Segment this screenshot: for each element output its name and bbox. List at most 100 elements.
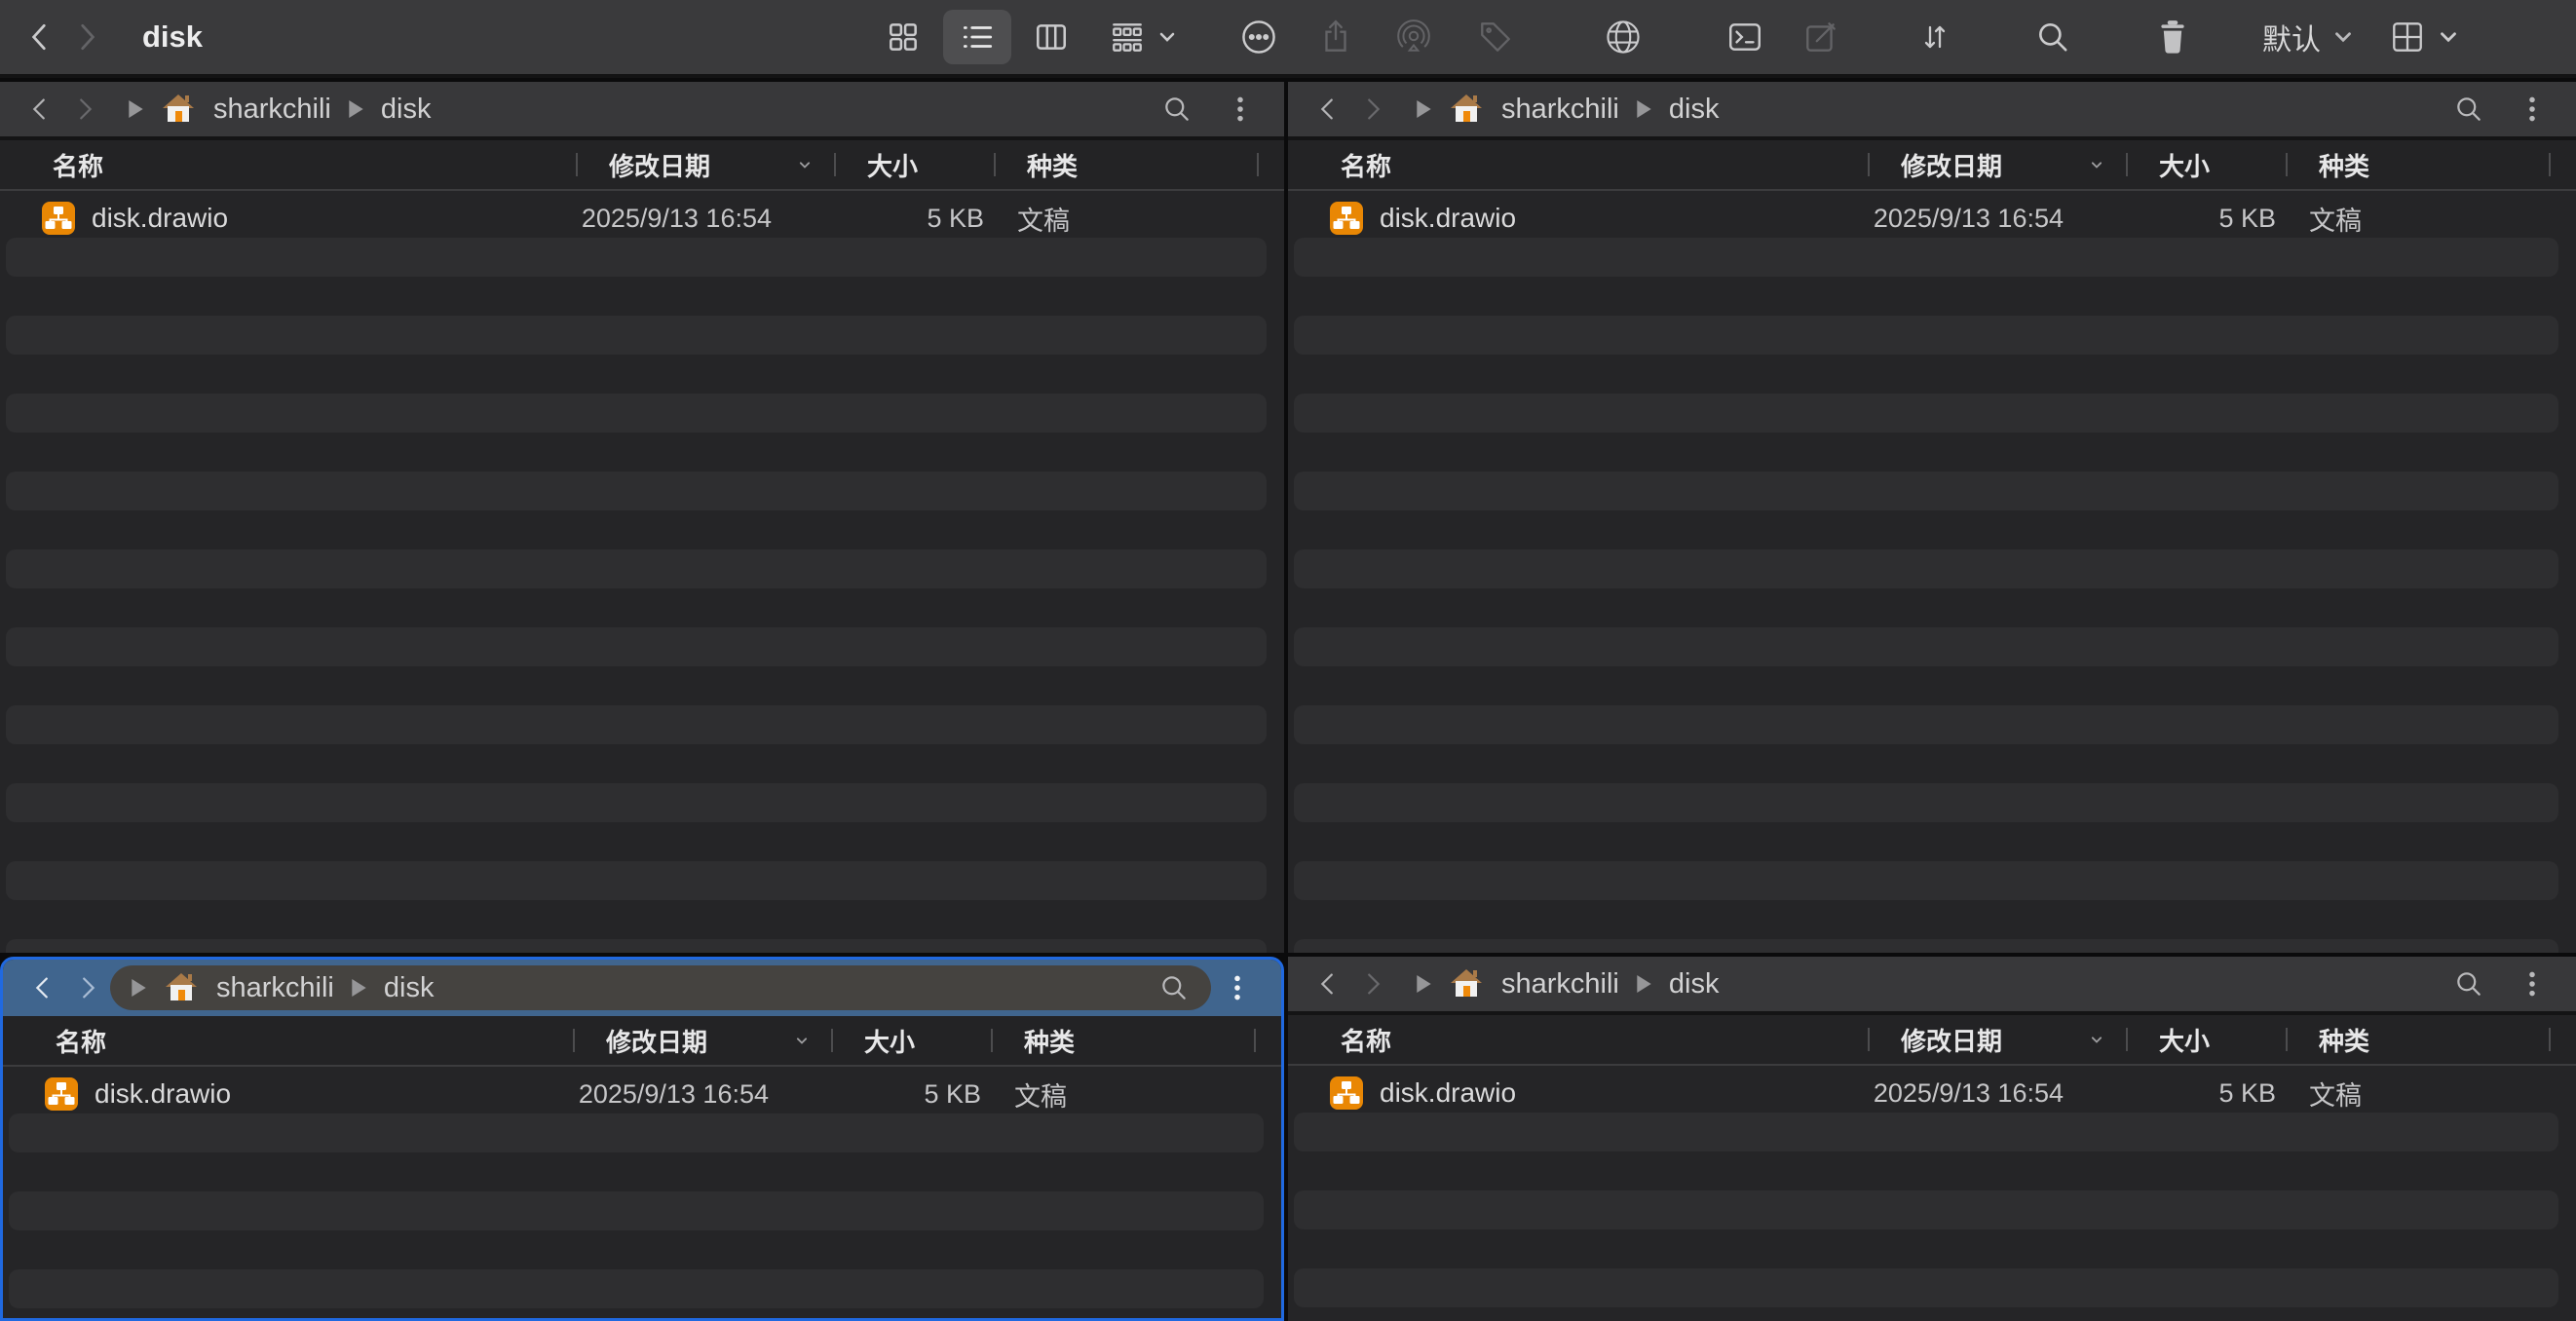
breadcrumb: sharkchili disk [107, 87, 1214, 132]
home-icon[interactable] [1449, 92, 1484, 127]
forward-button[interactable] [70, 10, 103, 64]
empty-row-stripe [1294, 705, 2558, 744]
breadcrumb-root[interactable]: sharkchili [1501, 968, 1619, 1000]
profile-selector[interactable]: 默认 [2262, 10, 2356, 64]
pane-forward-button[interactable] [1350, 94, 1395, 124]
pane-forward-button[interactable] [62, 94, 107, 124]
trash-button[interactable] [2155, 10, 2190, 64]
breadcrumb-root[interactable]: sharkchili [216, 972, 334, 1004]
column-header-name[interactable]: 名称 [0, 140, 576, 189]
pane-search-button[interactable] [1158, 972, 1190, 1003]
file-list: disk.drawio 2025/9/13 16:54 5 KB 文稿 [1288, 191, 2576, 953]
pane-menu-button[interactable] [2506, 968, 2558, 1000]
back-button[interactable] [23, 10, 57, 64]
column-header-size[interactable]: 大小 [834, 140, 994, 189]
pane-menu-button[interactable] [1211, 972, 1264, 1003]
column-header-modified[interactable]: 修改日期 [1868, 140, 2126, 189]
empty-row-stripe [1294, 549, 2558, 588]
pane-back-button[interactable] [1306, 969, 1350, 999]
kebab-menu-icon [2518, 968, 2547, 1000]
column-header-size[interactable]: 大小 [831, 1016, 991, 1065]
file-list: disk.drawio 2025/9/13 16:54 5 KB 文稿 [1288, 1066, 2576, 1321]
pane-layout-selector[interactable] [2389, 10, 2461, 64]
chevron-down-icon [2436, 24, 2461, 50]
breadcrumb-current[interactable]: disk [1669, 94, 1720, 126]
column-header-name[interactable]: 名称 [1288, 140, 1868, 189]
home-icon[interactable] [161, 92, 196, 127]
triangle-right-icon [1637, 100, 1651, 118]
pane-menu-button[interactable] [1214, 94, 1267, 125]
file-list: disk.drawio 2025/9/13 16:54 5 KB 文稿 [3, 1067, 1281, 1318]
file-size-cell: 5 KB [831, 1079, 991, 1110]
column-label: 修改日期 [606, 1023, 707, 1059]
pane-back-button[interactable] [18, 94, 62, 124]
breadcrumb: sharkchili disk [1395, 962, 2506, 1006]
triangle-right-icon [352, 979, 366, 997]
column-header-modified[interactable]: 修改日期 [1868, 1015, 2126, 1064]
breadcrumb-root[interactable]: sharkchili [1501, 94, 1619, 126]
home-icon[interactable] [1449, 966, 1484, 1001]
breadcrumb-current[interactable]: disk [381, 94, 432, 126]
ellipsis-circle-icon [1239, 18, 1278, 57]
column-header-row: 名称 修改日期 大小 种类 [3, 1016, 1281, 1067]
file-pane: sharkchili disk 名称 修改日期 大小 种类 disk.drawi… [1288, 957, 2576, 1321]
pane-forward-button[interactable] [1350, 969, 1395, 999]
column-view-button[interactable] [1033, 10, 1070, 64]
breadcrumb-root[interactable]: sharkchili [213, 94, 331, 126]
sort-chevron-icon [792, 1031, 812, 1050]
pane-search-button[interactable] [2453, 94, 2484, 125]
pane-search-button[interactable] [1161, 94, 1193, 125]
column-header-kind[interactable]: 种类 [2286, 1015, 2549, 1064]
network-button[interactable] [1604, 10, 1643, 64]
share-button[interactable] [1317, 10, 1354, 64]
column-header-name[interactable]: 名称 [3, 1016, 573, 1065]
pane-back-button[interactable] [1306, 94, 1350, 124]
file-name-cell: disk.drawio [1288, 1076, 1868, 1111]
home-icon[interactable] [164, 970, 199, 1005]
more-actions-button[interactable] [1239, 10, 1278, 64]
file-row[interactable]: disk.drawio 2025/9/13 16:54 5 KB 文稿 [1288, 199, 2576, 238]
file-row[interactable]: disk.drawio 2025/9/13 16:54 5 KB 文稿 [3, 1075, 1281, 1113]
pane-layout-icon [2389, 19, 2426, 56]
column-label: 修改日期 [609, 147, 710, 183]
file-row[interactable]: disk.drawio 2025/9/13 16:54 5 KB 文稿 [1288, 1074, 2576, 1113]
chevron-down-icon [2330, 24, 2356, 50]
tag-button[interactable] [1477, 10, 1514, 64]
list-view-button[interactable] [943, 10, 1011, 64]
file-name-cell: disk.drawio [1288, 201, 1868, 236]
column-header-kind[interactable]: 种类 [991, 1016, 1254, 1065]
forward-icon [73, 973, 102, 1002]
grid-view-icon [885, 19, 922, 56]
column-header-name[interactable]: 名称 [1288, 1015, 1868, 1064]
breadcrumb-current[interactable]: disk [1669, 968, 1720, 1000]
drawio-file-icon [1329, 1076, 1364, 1111]
column-header-size[interactable]: 大小 [2126, 1015, 2286, 1064]
new-edit-button[interactable] [1802, 10, 1839, 64]
empty-row-stripe [9, 1191, 1264, 1230]
column-header-modified[interactable]: 修改日期 [573, 1016, 831, 1065]
airdrop-icon [1395, 19, 1432, 56]
airdrop-button[interactable] [1395, 10, 1432, 64]
terminal-button[interactable] [1726, 10, 1763, 64]
pane-back-button[interactable] [20, 973, 65, 1002]
sort-button[interactable] [1917, 10, 1952, 64]
file-size-cell: 5 KB [2126, 1078, 2286, 1109]
pane-forward-button[interactable] [65, 973, 110, 1002]
column-header-modified[interactable]: 修改日期 [576, 140, 834, 189]
file-row[interactable]: disk.drawio 2025/9/13 16:54 5 KB 文稿 [0, 199, 1284, 238]
column-header-kind[interactable]: 种类 [2286, 140, 2549, 189]
breadcrumb-current[interactable]: disk [384, 972, 435, 1004]
pane-search-button[interactable] [2453, 968, 2484, 1000]
empty-row-stripe [1294, 394, 2558, 433]
search-button[interactable] [2034, 10, 2071, 64]
triangle-right-icon [132, 979, 146, 997]
column-label: 名称 [1341, 1022, 1391, 1058]
column-header-size[interactable]: 大小 [2126, 140, 2286, 189]
empty-row-stripe [6, 783, 1267, 822]
pane-menu-button[interactable] [2506, 94, 2558, 125]
column-label: 大小 [867, 147, 918, 183]
grid-view-button[interactable] [885, 10, 922, 64]
column-header-kind[interactable]: 种类 [994, 140, 1257, 189]
empty-row-stripe [6, 939, 1267, 953]
group-view-button[interactable] [1109, 10, 1179, 64]
